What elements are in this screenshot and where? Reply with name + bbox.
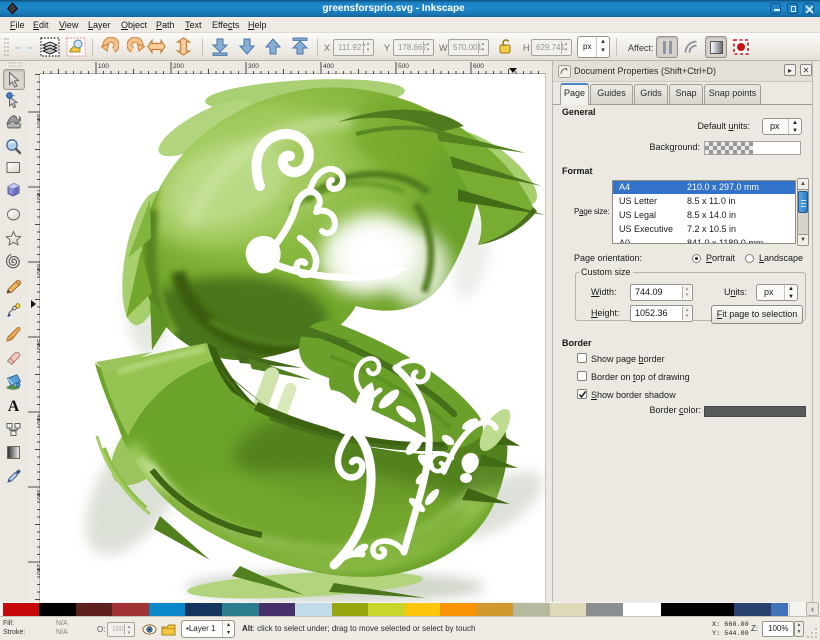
svg-text:400: 400 bbox=[323, 63, 334, 70]
svg-text:200: 200 bbox=[173, 63, 184, 70]
svg-text:A: A bbox=[8, 398, 20, 414]
svg-text:100: 100 bbox=[98, 63, 109, 70]
svg-text:500: 500 bbox=[398, 63, 409, 70]
svg-text:300: 300 bbox=[248, 63, 259, 70]
svg-text:600: 600 bbox=[473, 63, 484, 70]
